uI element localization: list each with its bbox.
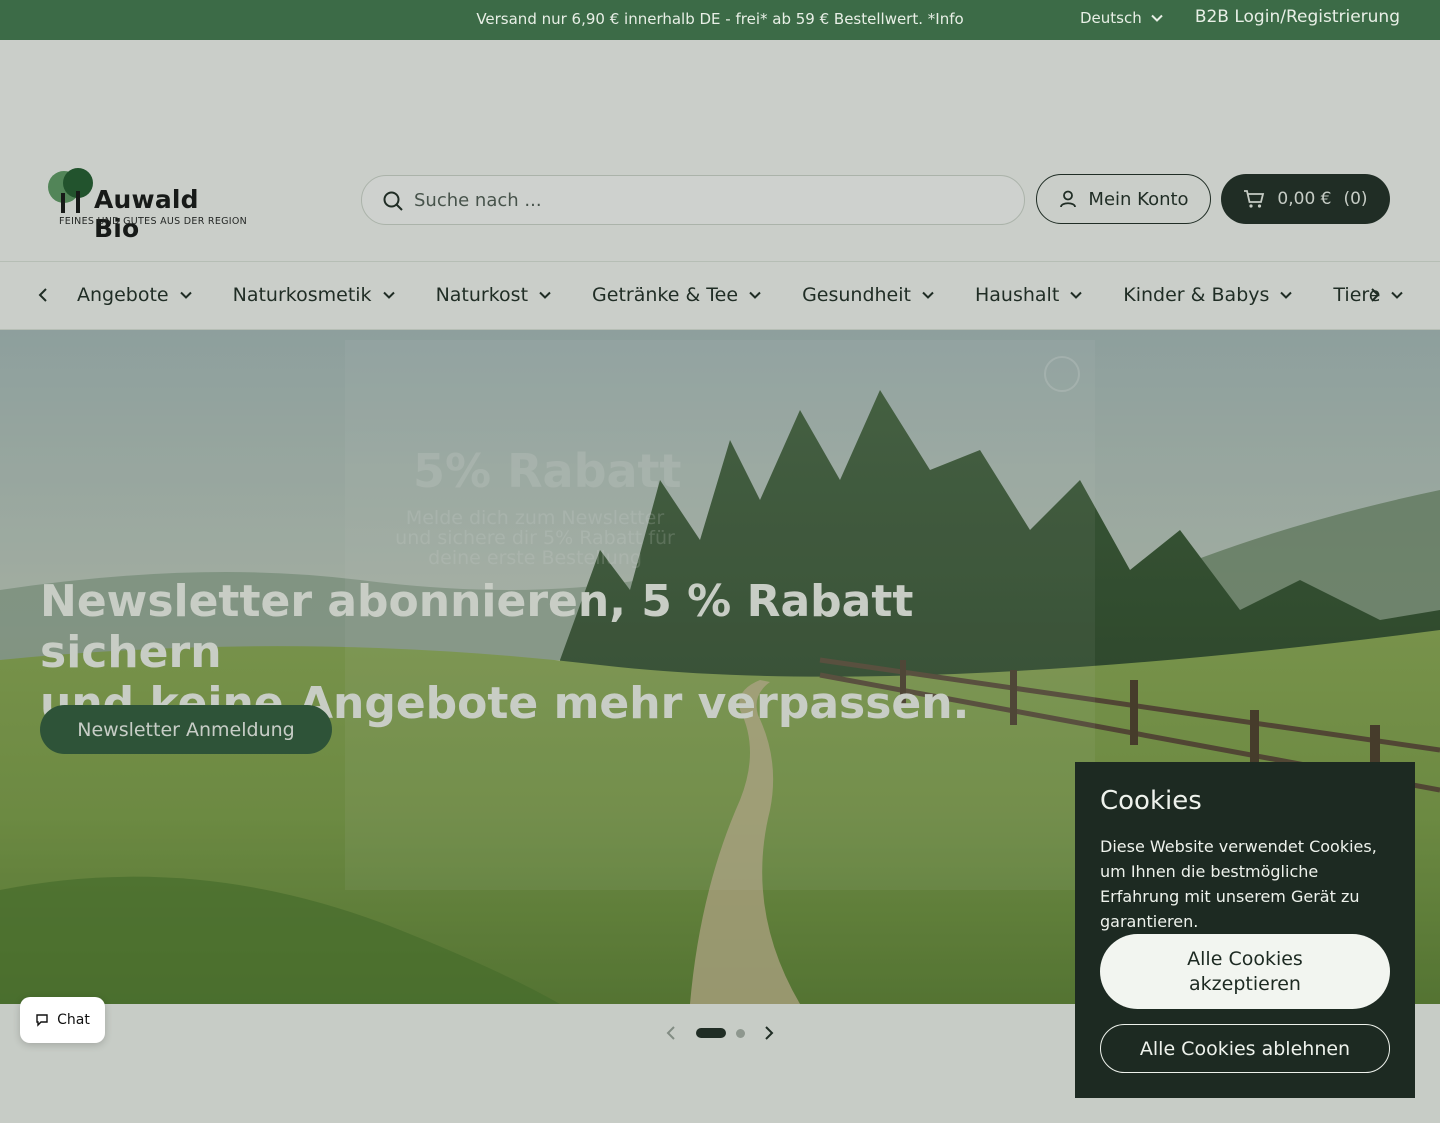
accept-cookies-button[interactable]: Alle Cookies akzeptieren <box>1100 934 1390 1009</box>
chevron-down-icon <box>1070 291 1082 299</box>
user-icon <box>1060 190 1077 208</box>
newsletter-signup-button[interactable]: Newsletter Anmeldung <box>40 705 332 754</box>
language-label: Deutsch <box>1080 9 1142 27</box>
account-button[interactable]: Mein Konto <box>1036 174 1211 224</box>
popup-text: Melde dich zum Newsletter und sichere di… <box>395 507 675 569</box>
chevron-right-icon[interactable] <box>762 1025 776 1041</box>
chevron-left-icon[interactable] <box>35 286 51 304</box>
nav-item-label: Gesundheit <box>802 284 911 306</box>
logo-name: Auwald Bio <box>94 185 199 243</box>
chat-label: Chat <box>57 1012 90 1028</box>
cookie-text: Diese Website verwendet Cookies, um Ihne… <box>1100 837 1377 931</box>
chevron-down-icon <box>179 291 192 299</box>
language-selector[interactable]: Deutsch <box>1080 9 1164 27</box>
chevron-down-icon <box>1280 291 1293 299</box>
cart-button[interactable]: 0,00 € (0) <box>1221 174 1390 224</box>
cart-count: (0) <box>1343 189 1368 209</box>
nav-item-gesundheit[interactable]: Gesundheit <box>802 284 935 306</box>
announcement-bar: Versand nur 6,90 € innerhalb DE - frei* … <box>0 0 1440 40</box>
reject-cookies-button[interactable]: Alle Cookies ablehnen <box>1100 1024 1390 1073</box>
chevron-down-icon <box>1151 14 1163 22</box>
search-icon[interactable] <box>382 190 404 212</box>
cookie-title: Cookies <box>1100 786 1202 816</box>
nav-item-naturkosmetik[interactable]: Naturkosmetik <box>233 284 396 306</box>
hero-headline-line1: Newsletter abonnieren, 5 % Rabatt sicher… <box>40 576 914 678</box>
search-bar[interactable] <box>361 175 1025 225</box>
account-label: Mein Konto <box>1088 188 1189 210</box>
slide-dot[interactable] <box>736 1029 745 1038</box>
cart-icon <box>1244 190 1265 208</box>
close-icon[interactable] <box>1044 356 1080 392</box>
chevron-left-icon[interactable] <box>664 1025 678 1041</box>
b2b-login-link[interactable]: B2B Login/Registrierung <box>1195 7 1400 27</box>
chevron-down-icon <box>382 291 395 299</box>
cart-total: 0,00 € <box>1277 189 1332 209</box>
chevron-down-icon <box>1391 291 1404 299</box>
nav-item-naturkost[interactable]: Naturkost <box>436 284 552 306</box>
category-nav: Angebote Naturkosmetik Naturkost Getränk… <box>0 261 1440 330</box>
tree-logo-icon <box>48 168 93 213</box>
logo[interactable]: Auwald Bio FEINES UND GUTES AUS DER REGI… <box>44 167 248 243</box>
nav-item-label: Kinder & Babys <box>1123 284 1270 306</box>
cookie-banner: Cookies Diese Website verwendet Cookies,… <box>1075 762 1415 1098</box>
nav-item-haushalt[interactable]: Haushalt <box>975 284 1083 306</box>
popup-title: 5% Rabatt <box>413 444 682 498</box>
nav-item-label: Getränke & Tee <box>592 284 739 306</box>
nav-item-label: Angebote <box>77 284 169 306</box>
site-header: Auwald Bio FEINES UND GUTES AUS DER REGI… <box>0 40 1440 261</box>
nav-item-label: Haushalt <box>974 284 1060 306</box>
nav-item-label: Naturkost <box>435 284 529 306</box>
nav-item-label: Naturkosmetik <box>232 284 372 306</box>
nav-item-kinder-babys[interactable]: Kinder & Babys <box>1123 284 1293 306</box>
search-input[interactable] <box>414 186 994 214</box>
chevron-down-icon <box>922 291 934 299</box>
chevron-right-icon[interactable] <box>1367 286 1383 304</box>
chat-icon <box>36 1014 48 1027</box>
nav-item-getraenke-tee[interactable]: Getränke & Tee <box>592 284 762 306</box>
chevron-down-icon <box>749 291 761 299</box>
slide-dot-active[interactable] <box>696 1028 726 1038</box>
chat-button[interactable]: Chat <box>20 997 105 1043</box>
chevron-down-icon <box>539 291 551 299</box>
logo-tagline: FEINES UND GUTES AUS DER REGION <box>59 216 248 227</box>
nav-item-angebote[interactable]: Angebote <box>77 284 193 306</box>
